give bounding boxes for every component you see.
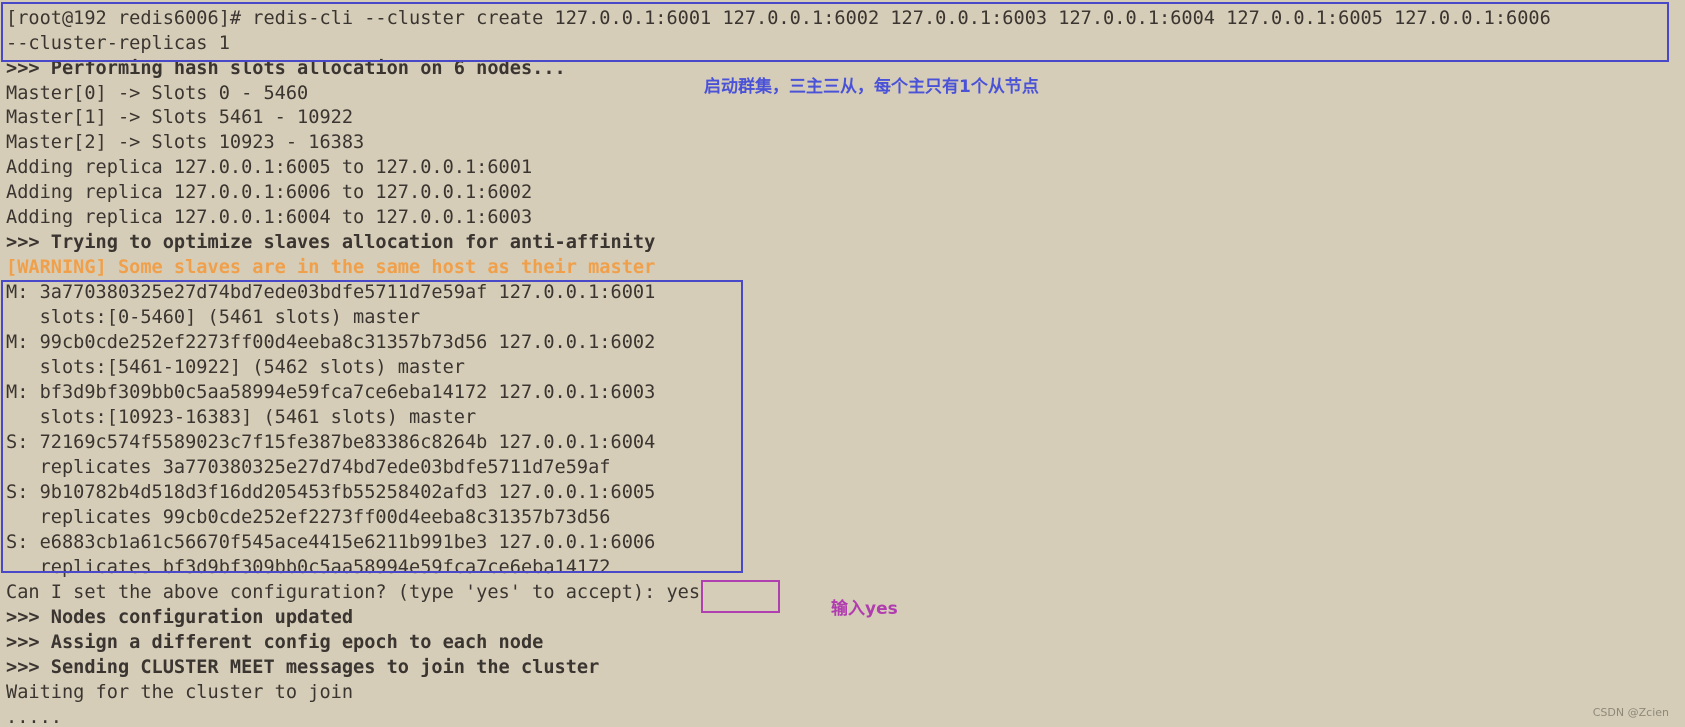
yes-highlight-box xyxy=(701,580,780,613)
confirm-prompt-line[interactable]: Can I set the above configuration? (type… xyxy=(6,581,700,606)
terminal-line: Adding replica 127.0.0.1:6004 to 127.0.0… xyxy=(6,207,533,228)
terminal-line: Waiting for the cluster to join xyxy=(6,682,354,703)
nodes-highlight-box xyxy=(1,280,743,573)
terminal-line: Master[0] -> Slots 0 - 5460 xyxy=(6,83,309,104)
terminal-line: >>> Nodes configuration updated xyxy=(6,607,354,628)
terminal-line: >>> Assign a different config epoch to e… xyxy=(6,632,544,653)
watermark: CSDN @Zcien xyxy=(1592,706,1669,719)
terminal-line: Adding replica 127.0.0.1:6006 to 127.0.0… xyxy=(6,182,533,203)
terminal-line: Master[1] -> Slots 5461 - 10922 xyxy=(6,107,354,128)
command-highlight-box xyxy=(1,2,1669,62)
cluster-annotation: 启动群集，三主三从，每个主只有1个从节点 xyxy=(704,77,1039,97)
terminal-line: Master[2] -> Slots 10923 - 16383 xyxy=(6,132,365,153)
warning-line: [WARNING] Some slaves are in the same ho… xyxy=(6,257,656,278)
terminal-window[interactable]: [root@192 redis6006]# redis-cli --cluste… xyxy=(0,0,1685,727)
terminal-line: >>> Trying to optimize slaves allocation… xyxy=(6,232,656,253)
terminal-line: Adding replica 127.0.0.1:6005 to 127.0.0… xyxy=(6,157,533,178)
terminal-line: >>> Sending CLUSTER MEET messages to joi… xyxy=(6,657,600,678)
terminal-line: ..... xyxy=(6,707,62,727)
yes-annotation: 输入yes xyxy=(831,599,898,619)
